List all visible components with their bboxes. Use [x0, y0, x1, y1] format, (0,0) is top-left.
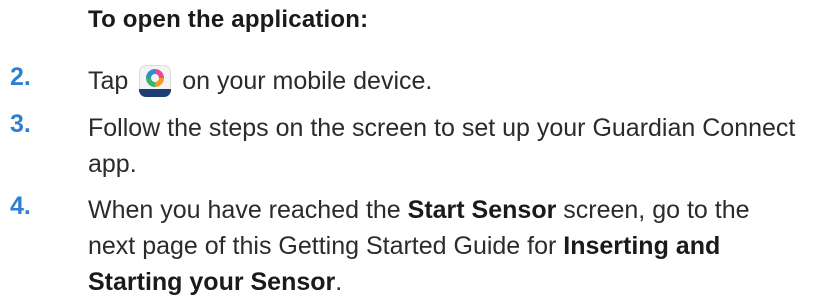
start-sensor-label: Start Sensor [407, 196, 557, 224]
step-text-part: on your mobile device. [175, 67, 433, 95]
step-text: When you have reached the Start Sensor s… [88, 192, 803, 300]
icon-brand-strip [139, 89, 172, 97]
step-number: 4. [10, 192, 31, 220]
step-text-part: . [335, 268, 343, 296]
step-number: 3. [10, 110, 31, 138]
step-text: Tap on your mobile device. [88, 63, 803, 99]
step-text: Follow the steps on the screen to set up… [88, 114, 796, 178]
instruction-heading: To open the application: [88, 6, 369, 33]
guardian-connect-app-icon [139, 65, 172, 97]
step-number: 2. [10, 63, 31, 91]
step-text-part: When you have reached the [88, 196, 408, 224]
step-text-part: Tap [88, 67, 136, 95]
